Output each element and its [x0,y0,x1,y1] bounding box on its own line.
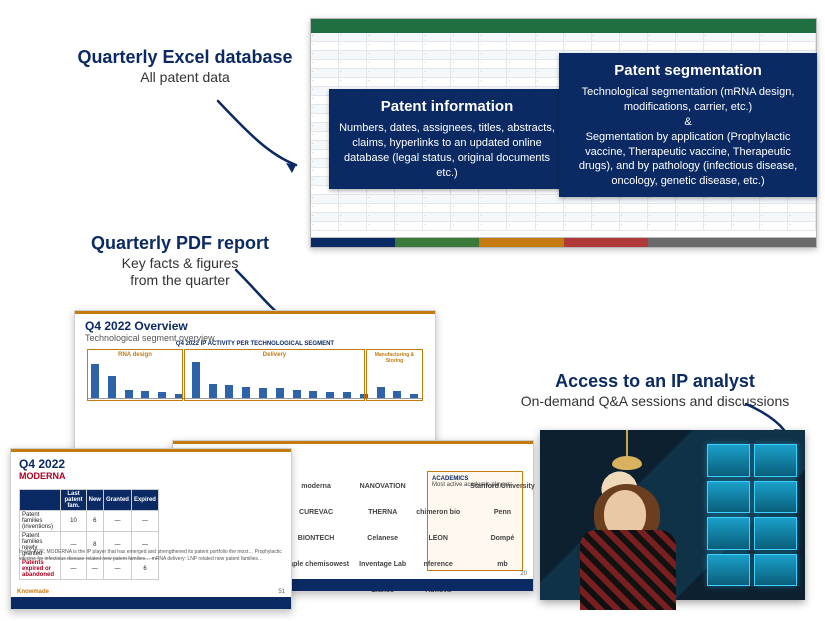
overlay-patent-info: Patent information Numbers, dates, assig… [329,89,565,189]
overlay-patent-info-body: Numbers, dates, assignees, titles, abstr… [339,121,555,180]
company-logo: LEON [416,535,460,542]
label-analyst-title: Access to an IP analyst [490,370,820,393]
company-logo: nference [416,561,460,568]
chart-group-mfg-label: Manufacturing & Storing [367,352,422,364]
company-logo: Celanese [359,535,406,542]
label-excel-title: Quarterly Excel database [70,46,300,69]
company-logo: maple chemisowest [283,561,349,568]
company-logo: BIONTECH [283,535,349,542]
analyst-image [540,430,805,600]
logos-page: 20 [520,571,527,577]
arrow-excel [210,95,310,185]
company-logo: Penn [470,509,535,516]
report-card-moderna: Q4 2022 MODERNA Last patent fam.NewGrant… [10,448,292,610]
company-logo: Stanford University [470,483,535,490]
moderna-quarter: Q4 2022 [19,457,66,471]
overlay-patent-seg-body: Technological segmentation (mRNA design,… [569,85,807,189]
chart-group-delivery-label: Delivery [185,352,363,358]
moderna-table: Last patent fam.NewGrantedExpiredPatent … [19,489,159,580]
chart-group-mfg: Manufacturing & Storing [366,349,423,401]
chart-group-rna-label: RNA design [88,352,182,358]
logos-grid: modernaNANOVATIONStanford UniversityCURE… [283,475,423,571]
overlay-patent-seg-title: Patent segmentation [569,61,807,81]
overlay-patent-info-title: Patent information [339,97,555,117]
company-logo: chimeron bio [416,509,460,516]
excel-ribbon [311,19,816,33]
company-logo: NANOVATION [359,483,406,490]
company-logo: THERNA [359,509,406,516]
company-logo: moderna [283,483,349,490]
excel-sheet-tabs [311,237,816,247]
moderna-company: MODERNA [19,471,66,481]
chart-group-delivery: Delivery [184,349,364,401]
overview-chart: RNA design Delivery Manufacturing & Stor… [87,351,423,411]
label-excel-sub: All patent data [70,69,300,87]
infographic-stage: Quarterly Excel database All patent data… [0,0,825,621]
moderna-body-text: In Q4 2022, MODERNA is the IP player tha… [19,549,283,562]
excel-screenshot: ········································… [310,18,817,248]
company-logo: mb [470,561,535,568]
label-excel: Quarterly Excel database All patent data [70,46,300,86]
overlay-patent-seg: Patent segmentation Technological segmen… [559,53,817,197]
moderna-brand: Knowmade [17,589,49,595]
chart-group-rna: RNA design [87,349,183,401]
company-logo: CUREVAC [283,509,349,516]
moderna-page: 51 [278,589,285,595]
overview-title: Q4 2022 Overview [85,319,215,333]
label-pdf-title: Quarterly PDF report [70,232,290,255]
company-logo: Dompé [470,535,535,542]
company-logo: Inventage Lab [359,561,406,568]
overview-chart-header: Q4 2022 IP ACTIVITY PER TECHNOLOGICAL SE… [75,341,435,347]
